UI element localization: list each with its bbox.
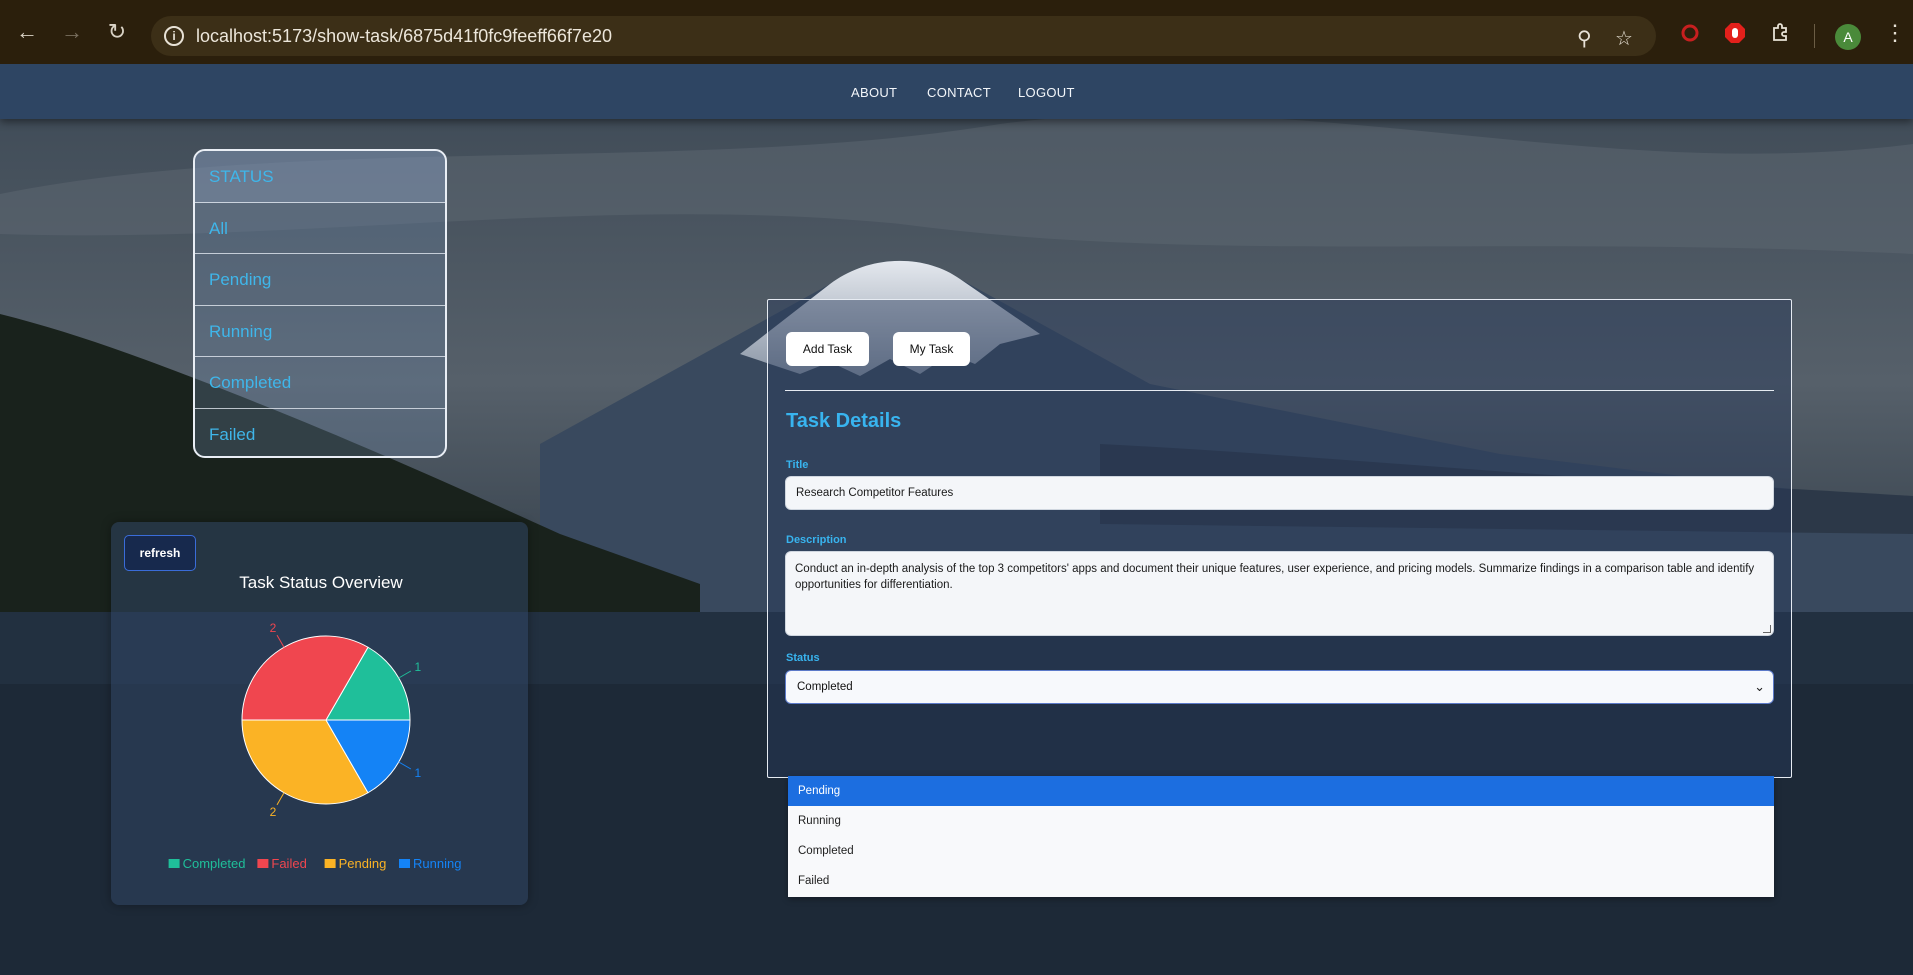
legend-swatch-failed[interactable]: [257, 859, 269, 868]
chart-card: refresh Task Status Overview 1221 Comple…: [111, 522, 528, 905]
reload-icon[interactable]: ↻: [103, 18, 131, 46]
status-select[interactable]: Completed ⌄: [785, 670, 1774, 704]
legend-swatch-running[interactable]: [399, 859, 410, 868]
pie-label-line: [398, 670, 412, 679]
zoom-icon[interactable]: ⚲: [1577, 26, 1592, 51]
page: ABOUT CONTACT LOGOUT STATUS All Pending …: [0, 64, 1913, 975]
status-option-completed[interactable]: Completed: [788, 836, 1774, 866]
legend-label-pending[interactable]: Pending: [339, 856, 387, 871]
pie-data-label: 2: [270, 805, 277, 819]
chart-title: Task Status Overview: [239, 573, 403, 592]
browser-toolbar: ← → ↻ i localhost:5173/show-task/6875d41…: [0, 0, 1913, 64]
description-label: Description: [786, 534, 847, 546]
status-item-pending[interactable]: Pending: [195, 254, 445, 306]
status-option-failed[interactable]: Failed: [788, 866, 1774, 896]
pie-label-line: [276, 634, 285, 648]
pie-slices: [241, 635, 411, 805]
status-item-completed[interactable]: Completed: [195, 357, 445, 409]
pie-data-label: 1: [414, 660, 421, 674]
legend-swatch-completed[interactable]: [168, 859, 180, 868]
extension-icon[interactable]: [1679, 22, 1701, 44]
description-textarea[interactable]: Conduct an in-depth analysis of the top …: [785, 551, 1774, 636]
description-text: Conduct an in-depth analysis of the top …: [795, 563, 1755, 591]
divider: [785, 390, 1774, 391]
legend-swatch-pending[interactable]: [324, 859, 336, 868]
task-details-heading: Task Details: [786, 410, 902, 432]
address-bar[interactable]: i localhost:5173/show-task/6875d41f0fc9f…: [151, 16, 1656, 56]
status-select-value: Completed: [797, 681, 853, 693]
status-option-pending[interactable]: Pending: [788, 776, 1774, 806]
profile-avatar[interactable]: A: [1835, 24, 1861, 50]
pie-data-label: 2: [270, 621, 277, 635]
status-filter-panel: STATUS All Pending Running Completed Fai…: [193, 149, 447, 458]
status-item-failed[interactable]: Failed: [195, 409, 445, 457]
nav-contact-link[interactable]: CONTACT: [927, 85, 991, 100]
status-item-running[interactable]: Running: [195, 306, 445, 357]
nav-logout-link[interactable]: LOGOUT: [1018, 85, 1075, 100]
toolbar-divider: [1814, 24, 1815, 48]
resize-handle-icon[interactable]: [1763, 625, 1771, 633]
chevron-down-icon: ⌄: [1754, 679, 1765, 694]
chart-legend: Completed Failed Pending Running: [168, 856, 461, 871]
status-item-all[interactable]: All: [195, 203, 445, 254]
menu-kebab-icon[interactable]: ⋮: [1884, 20, 1906, 46]
extensions-puzzle-icon[interactable]: [1769, 22, 1791, 44]
bookmark-star-icon[interactable]: ☆: [1615, 26, 1633, 51]
pie-data-label: 1: [414, 766, 421, 780]
title-input[interactable]: Research Competitor Features: [785, 476, 1774, 510]
status-label: Status: [786, 652, 820, 664]
pie-label-line: [398, 761, 412, 770]
my-task-button[interactable]: My Task: [893, 332, 970, 366]
add-task-button[interactable]: Add Task: [786, 332, 869, 366]
legend-label-failed[interactable]: Failed: [271, 856, 306, 871]
status-dropdown-list: Pending Running Completed Failed: [788, 776, 1774, 897]
task-status-pie-chart: Task Status Overview 1 2 2 1 Completed Faile…: [168, 573, 461, 871]
pie-label-line: [276, 792, 285, 806]
adblock-icon[interactable]: [1724, 22, 1746, 44]
nav-about-link[interactable]: ABOUT: [851, 85, 897, 100]
title-label: Title: [786, 459, 809, 471]
task-details-card: Add Task My Task Task Details Title Rese…: [767, 299, 1792, 778]
status-header: STATUS: [195, 151, 445, 203]
legend-label-completed[interactable]: Completed: [183, 856, 246, 871]
status-option-running[interactable]: Running: [788, 806, 1774, 836]
top-navbar: ABOUT CONTACT LOGOUT: [0, 64, 1913, 119]
forward-arrow-icon[interactable]: →: [58, 18, 86, 46]
url-text[interactable]: localhost:5173/show-task/6875d41f0fc9fee…: [196, 26, 612, 47]
legend-label-running[interactable]: Running: [413, 856, 461, 871]
back-arrow-icon[interactable]: ←: [13, 18, 41, 46]
site-info-icon[interactable]: i: [164, 26, 184, 46]
